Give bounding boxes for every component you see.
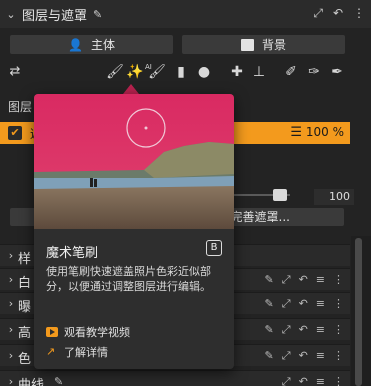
reset-icon[interactable]: ↶ (333, 6, 343, 21)
more-icon[interactable]: ⋮ (333, 297, 344, 311)
chevron-right-icon[interactable]: › (4, 349, 18, 362)
watch-tutorial-link[interactable]: 观看教学视频 (46, 324, 130, 340)
eraser-icon[interactable]: ✐ (282, 63, 300, 81)
chevron-right-icon[interactable]: › (4, 297, 18, 310)
person-icon: 👤 (68, 37, 83, 52)
chevron-right-icon[interactable]: › (4, 323, 18, 336)
watch-tutorial-label[interactable]: 观看教学视频 (64, 324, 130, 340)
mask-subject-button[interactable]: 👤 主体 (10, 35, 173, 54)
adjustment-name: 样 (18, 252, 32, 267)
adjust-sliders-icon[interactable]: ☰ (290, 125, 302, 140)
reset-icon[interactable]: ↶ (299, 375, 308, 386)
chevron-right-icon[interactable]: › (4, 249, 18, 262)
layer-opacity: 100 % (305, 125, 344, 139)
pen-icon[interactable]: ✎ (265, 297, 274, 311)
more-icon[interactable]: ⋮ (333, 323, 344, 337)
chevron-down-icon[interactable]: ⌄ (4, 8, 18, 21)
menu-icon[interactable]: ≡ (316, 375, 325, 386)
panel-title: 图层与遮罩 (22, 8, 88, 24)
external-link-icon: ↗ (46, 345, 56, 358)
menu-icon[interactable]: ≡ (316, 273, 325, 287)
more-icon[interactable]: ⋮ (333, 375, 344, 386)
expand-icon[interactable]: ⤢ (282, 297, 291, 311)
reset-icon[interactable]: ↶ (299, 349, 308, 363)
gradient-icon[interactable]: ▮ (172, 63, 190, 81)
pen-icon[interactable]: ✎ (265, 349, 274, 363)
magic-brush-icon[interactable]: ✨ (126, 63, 144, 81)
opacity-slider-knob[interactable] (273, 189, 287, 201)
pen-icon[interactable]: ✎ (265, 273, 274, 287)
mask-toolbar: ⇄ 🖌 ✨ AI 🖌 ▮ ● ✚ ⊥ ✐ ✑ ✒ (0, 58, 371, 84)
expand-icon[interactable]: ⤢ (282, 323, 291, 337)
tooltip-title: 魔术笔刷 (46, 246, 99, 261)
opacity-value-field[interactable]: 100 (314, 189, 354, 205)
eraser-ai-icon[interactable]: ✒ (328, 63, 346, 81)
chevron-right-icon[interactable]: › (4, 375, 18, 386)
layer-visibility-checkbox[interactable]: ✔ (8, 126, 22, 140)
pencil-icon: ✎ (54, 375, 64, 386)
bandage-icon[interactable]: ✚ (228, 63, 246, 81)
expand-icon[interactable]: ⤢ (282, 273, 291, 287)
menu-icon[interactable]: ≡ (316, 349, 325, 363)
swap-icon[interactable]: ⇄ (6, 63, 24, 81)
mask-background-button[interactable]: 背景 (182, 35, 345, 54)
brush-icon[interactable]: 🖌 (106, 63, 124, 81)
mask-subject-label: 主体 (90, 38, 115, 52)
scrollbar-thumb[interactable] (355, 238, 362, 386)
reset-icon[interactable]: ↶ (299, 273, 308, 287)
pencil-icon: ✎ (93, 7, 103, 21)
adjustment-name: 白 (18, 276, 32, 291)
more-icon[interactable]: ⋮ (333, 273, 344, 287)
ai-brush-icon[interactable]: AI 🖌 (145, 63, 166, 81)
more-icon[interactable]: ⋮ (333, 349, 344, 363)
reset-icon[interactable]: ↶ (299, 297, 308, 311)
tooltip-description: 使用笔刷快速遮盖照片色彩近似部分，以便通过调整图层进行编辑。 (46, 265, 211, 293)
learn-more-label[interactable]: 了解详情 (64, 344, 108, 360)
ai-eraser-icon[interactable]: ✑ (305, 63, 323, 81)
expand-icon[interactable]: ⤢ (282, 349, 291, 363)
menu-icon[interactable]: ≡ (316, 297, 325, 311)
radial-icon[interactable]: ● (195, 63, 213, 81)
adjustment-name: 曝 (18, 300, 32, 315)
reset-icon[interactable]: ↶ (299, 323, 308, 337)
mask-background-label: 背景 (261, 38, 286, 52)
pen-icon[interactable]: ✎ (265, 323, 274, 337)
adjustment-name: 曲线 (18, 378, 45, 386)
expand-icon[interactable]: ⤢ (313, 6, 323, 21)
shortcut-key-badge: B (206, 240, 222, 256)
image-icon (240, 38, 254, 51)
stamp-icon[interactable]: ⊥ (250, 63, 268, 81)
magic-brush-tooltip: 魔术笔刷 B 使用笔刷快速遮盖照片色彩近似部分，以便通过调整图层进行编辑。 观看… (34, 94, 234, 369)
chevron-right-icon[interactable]: › (4, 273, 18, 286)
adjustment-name: 色 (18, 352, 32, 367)
tooltip-arrow (123, 84, 139, 94)
menu-icon[interactable]: ≡ (316, 323, 325, 337)
ai-badge: AI (145, 63, 152, 71)
play-video-icon (46, 327, 58, 337)
learn-more-link[interactable]: ↗ 了解详情 (46, 344, 108, 360)
layers-masks-header[interactable]: ⌄ 图层与遮罩 ✎ ⤢ ↶ ⋮ (0, 0, 371, 28)
expand-icon[interactable]: ⤢ (282, 375, 291, 386)
adjustment-name: 高 (18, 326, 32, 341)
adjustment-row[interactable]: › 曲线 ✎ ⤢ ↶ ≡ ⋮ (0, 370, 350, 386)
layers-label: 图层 (8, 100, 33, 114)
more-icon[interactable]: ⋮ (353, 6, 365, 21)
tooltip-preview-image (34, 94, 234, 229)
